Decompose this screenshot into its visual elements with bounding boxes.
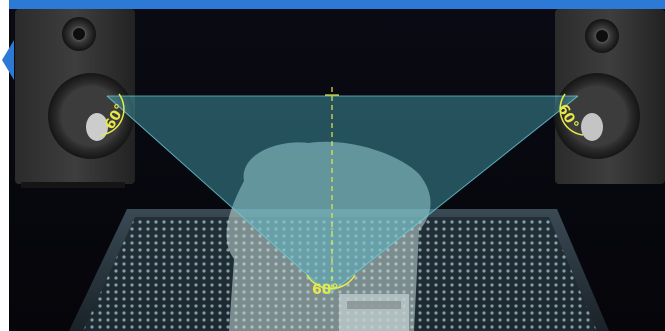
angle-label-bottom: 60° [312, 282, 338, 298]
studio-scene: 60° 60° 60° [9, 9, 665, 331]
top-frame-bar [0, 0, 665, 9]
chevron-left-icon[interactable] [0, 40, 14, 80]
photo-frame: 60° 60° 60° [0, 0, 665, 331]
